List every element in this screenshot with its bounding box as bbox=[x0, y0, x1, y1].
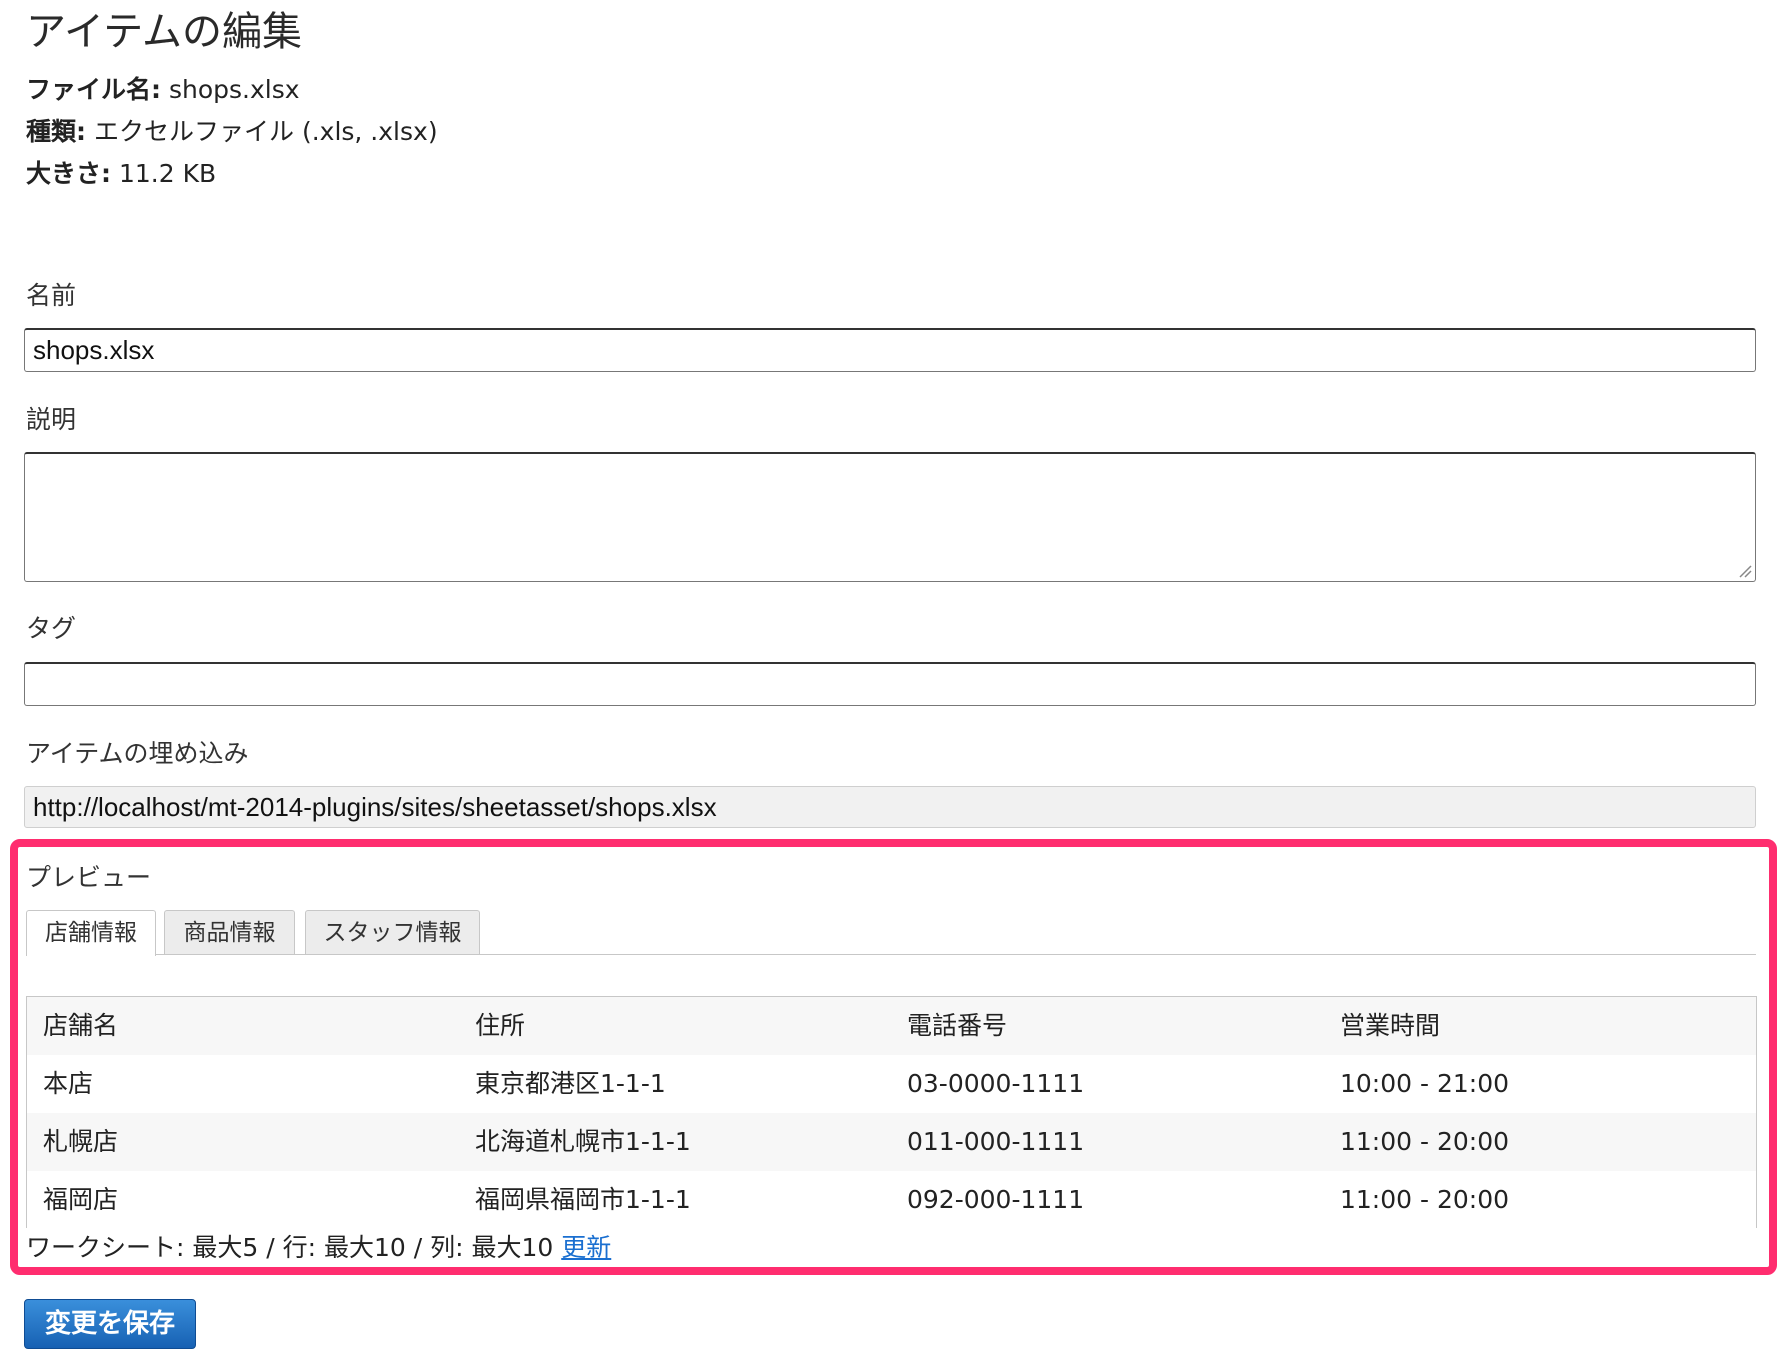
file-type-row: 種類: エクセルファイル (.xls, .xlsx) bbox=[26, 112, 438, 152]
tab-store-info[interactable]: 店舗情報 bbox=[26, 910, 156, 956]
limits-text: ワークシート: 最大5 / 行: 最大10 / 列: 最大10 bbox=[26, 1233, 554, 1262]
table-cell: 10:00 - 21:00 bbox=[1340, 1069, 1510, 1098]
table-cell: 03-0000-1111 bbox=[907, 1069, 1085, 1098]
file-size-label: 大きさ: bbox=[26, 159, 111, 188]
file-type-value: エクセルファイル (.xls, .xlsx) bbox=[94, 117, 438, 146]
resize-handle-icon[interactable] bbox=[1738, 564, 1752, 578]
active-tab-gap bbox=[27, 953, 155, 955]
table-cell: 092-000-1111 bbox=[907, 1185, 1085, 1214]
page-title: アイテムの編集 bbox=[26, 9, 302, 55]
description-label: 説明 bbox=[26, 405, 77, 434]
name-input[interactable] bbox=[24, 328, 1756, 372]
name-label: 名前 bbox=[26, 281, 77, 310]
table-cell: 本店 bbox=[43, 1069, 94, 1098]
tab-divider bbox=[26, 954, 1756, 955]
table-row: 福岡店 福岡県福岡市1-1-1 092-000-1111 11:00 - 20:… bbox=[27, 1171, 1756, 1229]
preview-limits: ワークシート: 最大5 / 行: 最大10 / 列: 最大10 更新 bbox=[26, 1228, 611, 1268]
table-row: 札幌店 北海道札幌市1-1-1 011-000-1111 11:00 - 20:… bbox=[27, 1113, 1756, 1171]
table-header: 営業時間 bbox=[1340, 1011, 1441, 1040]
table-cell: 北海道札幌市1-1-1 bbox=[475, 1127, 691, 1156]
table-cell: 11:00 - 20:00 bbox=[1340, 1185, 1510, 1214]
preview-table: 店舗名 住所 電話番号 営業時間 本店 東京都港区1-1-1 03-0000-1… bbox=[26, 996, 1757, 1229]
file-type-label: 種類: bbox=[26, 117, 86, 146]
tab-staff-info[interactable]: スタッフ情報 bbox=[305, 910, 480, 954]
file-name-value: shops.xlsx bbox=[169, 75, 300, 104]
tab-product-info[interactable]: 商品情報 bbox=[164, 910, 295, 954]
tags-input[interactable] bbox=[24, 662, 1756, 706]
file-size-row: 大きさ: 11.2 KB bbox=[26, 154, 216, 194]
table-cell: 011-000-1111 bbox=[907, 1127, 1085, 1156]
table-cell: 11:00 - 20:00 bbox=[1340, 1127, 1510, 1156]
table-cell: 福岡店 bbox=[43, 1185, 119, 1214]
refresh-link[interactable]: 更新 bbox=[561, 1233, 611, 1262]
table-cell: 東京都港区1-1-1 bbox=[475, 1069, 666, 1098]
file-size-value: 11.2 KB bbox=[119, 159, 217, 188]
preview-label: プレビュー bbox=[26, 863, 152, 892]
table-header: 店舗名 bbox=[43, 1011, 119, 1040]
embed-label: アイテムの埋め込み bbox=[26, 739, 249, 768]
embed-url-input[interactable] bbox=[24, 786, 1756, 828]
save-changes-button[interactable]: 変更を保存 bbox=[24, 1299, 196, 1349]
tags-label: タグ bbox=[26, 614, 77, 643]
table-header-row: 店舗名 住所 電話番号 営業時間 bbox=[27, 997, 1756, 1055]
table-header: 電話番号 bbox=[907, 1011, 1008, 1040]
file-name-label: ファイル名: bbox=[26, 75, 161, 104]
table-cell: 札幌店 bbox=[43, 1127, 119, 1156]
table-cell: 福岡県福岡市1-1-1 bbox=[475, 1185, 691, 1214]
description-textarea[interactable] bbox=[24, 452, 1756, 582]
file-name-row: ファイル名: shops.xlsx bbox=[26, 70, 300, 110]
table-row: 本店 東京都港区1-1-1 03-0000-1111 10:00 - 21:00 bbox=[27, 1055, 1756, 1113]
table-header: 住所 bbox=[475, 1011, 526, 1040]
